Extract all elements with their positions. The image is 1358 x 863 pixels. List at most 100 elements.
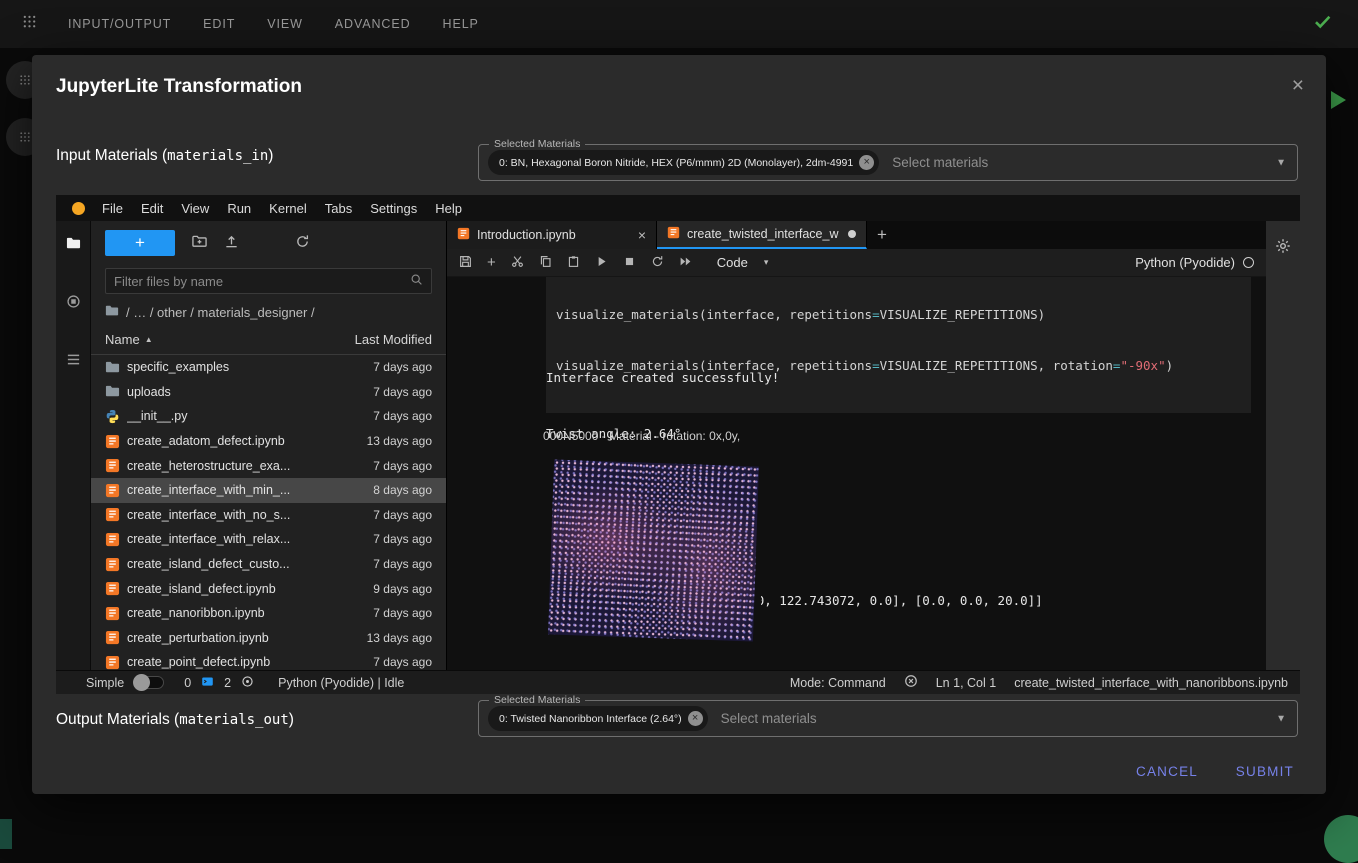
input-material-chip[interactable]: 0: BN, Hexagonal Boron Nitride, HEX (P6/… xyxy=(488,150,879,175)
jupyter-menu-settings[interactable]: Settings xyxy=(361,201,426,216)
save-icon[interactable] xyxy=(459,255,472,271)
input-label-prefix: Input Materials ( xyxy=(56,147,167,164)
home-folder-icon[interactable] xyxy=(105,304,119,321)
search-icon xyxy=(410,273,423,289)
column-last-modified[interactable]: Last Modified xyxy=(355,332,432,347)
jupyter-menu-file[interactable]: File xyxy=(93,201,132,216)
file-row[interactable]: create_interface_with_relax... 7 days ag… xyxy=(91,527,446,552)
chevron-down-icon[interactable]: ▼ xyxy=(1276,157,1286,168)
chip-remove-icon[interactable]: × xyxy=(859,155,874,170)
file-modified: 7 days ago xyxy=(373,606,432,620)
file-browser: + Filter files by name / … / other / mat… xyxy=(90,221,446,670)
output-field-label: Selected Materials xyxy=(489,694,585,706)
file-row[interactable]: create_island_defect_custo... 7 days ago xyxy=(91,552,446,577)
cut-icon[interactable] xyxy=(511,255,524,271)
check-icon[interactable] xyxy=(1313,12,1332,36)
background-corner-shape xyxy=(1324,815,1358,863)
notification-icon[interactable] xyxy=(904,674,918,691)
file-modified: 7 days ago xyxy=(373,385,432,399)
menu-input-output[interactable]: INPUT/OUTPUT xyxy=(68,17,171,31)
app-menu: INPUT/OUTPUT EDIT VIEW ADVANCED HELP xyxy=(68,17,479,31)
file-row[interactable]: create_perturbation.ipynb 13 days ago xyxy=(91,626,446,651)
tab-close-icon[interactable]: × xyxy=(638,227,646,243)
input-materials-select[interactable]: Selected Materials 0: BN, Hexagonal Boro… xyxy=(478,144,1298,181)
simple-mode-toggle[interactable] xyxy=(134,676,164,689)
running-kernels-tab-icon[interactable] xyxy=(66,294,81,312)
terminals-icon[interactable] xyxy=(201,675,214,691)
kernel-selector[interactable]: Python (Pyodide) xyxy=(1135,255,1254,270)
file-row[interactable]: create_heterostructure_exa... 7 days ago xyxy=(91,453,446,478)
notebook-content[interactable]: visualize_materials(interface, repetitio… xyxy=(447,277,1266,670)
table-of-contents-tab-icon[interactable] xyxy=(66,352,81,370)
cell-type-dropdown[interactable]: Code ▾ xyxy=(717,255,769,270)
file-modified: 7 days ago xyxy=(373,360,432,374)
upload-icon[interactable] xyxy=(224,234,239,252)
file-row[interactable]: __init__.py 7 days ago xyxy=(91,404,446,429)
file-row[interactable]: create_point_defect.ipynb 7 days ago xyxy=(91,650,446,670)
chevron-down-icon[interactable]: ▼ xyxy=(1276,713,1286,724)
file-modified: 9 days ago xyxy=(373,582,432,596)
jupyter-menu-tabs[interactable]: Tabs xyxy=(316,201,361,216)
jupyter-menu-help[interactable]: Help xyxy=(426,201,471,216)
cursor-position[interactable]: Ln 1, Col 1 xyxy=(936,676,996,690)
add-cell-icon[interactable]: + xyxy=(487,256,496,269)
unsaved-changes-dot-icon[interactable] xyxy=(848,230,856,238)
breadcrumb-path[interactable]: / … / other / materials_designer / xyxy=(126,305,315,320)
kernel-status-text[interactable]: Python (Pyodide) | Idle xyxy=(278,676,404,690)
cancel-button[interactable]: CANCEL xyxy=(1130,763,1204,780)
jupyter-menu-edit[interactable]: Edit xyxy=(132,201,172,216)
restart-kernel-icon[interactable] xyxy=(651,255,664,271)
menu-view[interactable]: VIEW xyxy=(267,17,303,31)
jupyter-menu-kernel[interactable]: Kernel xyxy=(260,201,316,216)
refresh-icon[interactable] xyxy=(295,234,310,252)
file-name: create_perturbation.ipynb xyxy=(127,631,367,645)
kernels-icon[interactable] xyxy=(241,675,254,691)
file-name: specific_examples xyxy=(127,360,373,374)
paste-icon[interactable] xyxy=(567,255,580,271)
submit-button[interactable]: SUBMIT xyxy=(1230,763,1300,780)
menu-advanced[interactable]: ADVANCED xyxy=(335,17,411,31)
run-icon[interactable] xyxy=(595,255,608,271)
file-row[interactable]: create_interface_with_no_s... 7 days ago xyxy=(91,503,446,528)
jupyter-menu-run[interactable]: Run xyxy=(218,201,260,216)
output-material-chip[interactable]: 0: Twisted Nanoribbon Interface (2.64°) … xyxy=(488,706,708,731)
file-row[interactable]: create_nanoribbon.ipynb 7 days ago xyxy=(91,601,446,626)
file-row[interactable]: create_island_defect.ipynb 9 days ago xyxy=(91,576,446,601)
stop-icon[interactable] xyxy=(623,255,636,271)
file-row-selected[interactable]: create_interface_with_min_... 8 days ago xyxy=(91,478,446,503)
copy-icon[interactable] xyxy=(539,255,552,271)
app-grid-icon[interactable] xyxy=(22,14,37,34)
tab-create-twisted-interface[interactable]: create_twisted_interface_w xyxy=(657,221,867,249)
jupyterlite-panel: File Edit View Run Kernel Tabs Settings … xyxy=(56,195,1300,694)
menu-edit[interactable]: EDIT xyxy=(203,17,235,31)
restart-run-all-icon[interactable] xyxy=(679,255,692,271)
output-label-suffix: ) xyxy=(289,711,294,728)
breadcrumb[interactable]: / … / other / materials_designer / xyxy=(105,304,432,321)
file-modified: 7 days ago xyxy=(373,655,432,669)
new-tab-button[interactable]: + xyxy=(867,221,897,249)
chip-remove-icon[interactable]: × xyxy=(688,711,703,726)
file-row[interactable]: specific_examples 7 days ago xyxy=(91,355,446,380)
new-folder-icon[interactable] xyxy=(192,234,207,252)
jupyter-menu-view[interactable]: View xyxy=(172,201,218,216)
menu-help[interactable]: HELP xyxy=(443,17,479,31)
filter-files-input[interactable]: Filter files by name xyxy=(105,268,432,294)
input-label-code: materials_in xyxy=(167,148,268,164)
output-materials-select[interactable]: Selected Materials 0: Twisted Nanoribbon… xyxy=(478,700,1298,737)
jupyter-menu-bar: File Edit View Run Kernel Tabs Settings … xyxy=(56,195,1300,221)
tab-introduction[interactable]: Introduction.ipynb × xyxy=(447,221,657,249)
input-chip-label: 0: BN, Hexagonal Boron Nitride, HEX (P6/… xyxy=(499,157,853,169)
file-row[interactable]: create_adatom_defect.ipynb 13 days ago xyxy=(91,429,446,454)
column-name[interactable]: Name xyxy=(105,332,140,347)
settings-gear-icon[interactable] xyxy=(1275,238,1291,670)
file-row[interactable]: uploads 7 days ago xyxy=(91,380,446,405)
new-launcher-button[interactable]: + xyxy=(105,230,175,256)
file-browser-tab-icon[interactable] xyxy=(66,236,81,254)
terminals-count[interactable]: 0 xyxy=(184,676,191,690)
notebook-icon xyxy=(667,226,680,242)
kernels-count[interactable]: 2 xyxy=(224,676,231,690)
material-visualization[interactable] xyxy=(546,457,761,644)
sort-ascending-icon[interactable]: ▲ xyxy=(145,335,153,344)
tab-label: create_twisted_interface_w xyxy=(687,227,841,241)
close-icon[interactable]: × xyxy=(1292,75,1304,96)
